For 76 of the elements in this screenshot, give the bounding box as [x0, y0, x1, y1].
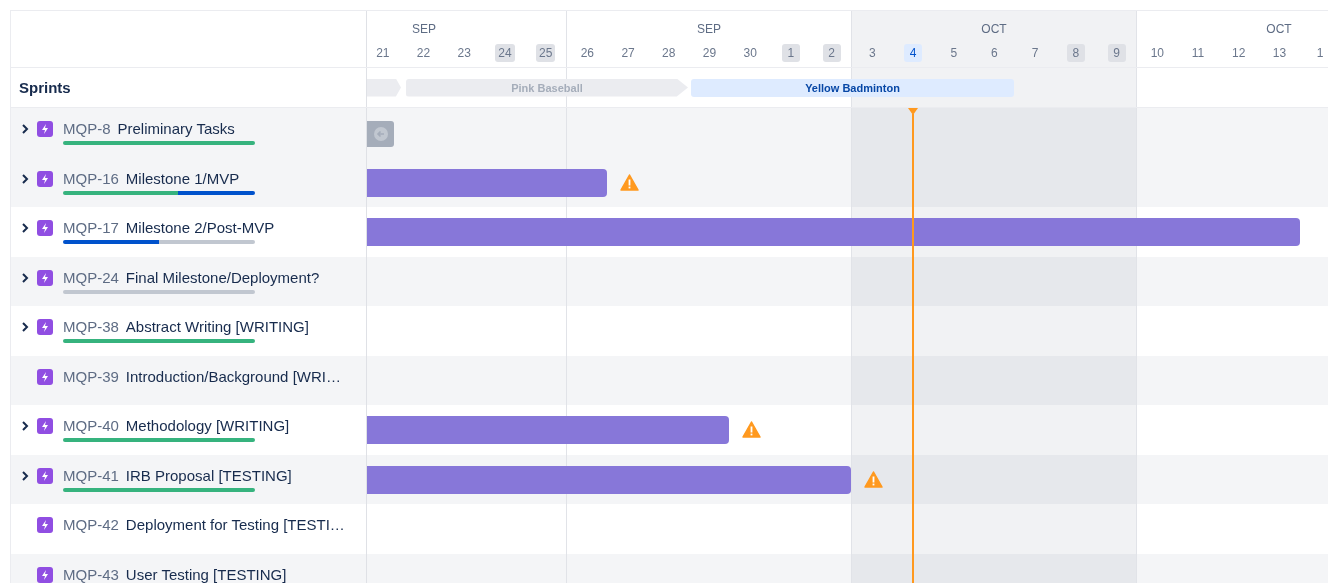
day-label: 30 [742, 45, 758, 62]
day-label: 25 [535, 44, 556, 62]
schedule-bar[interactable] [367, 168, 607, 197]
issue-key[interactable]: MQP-42 [63, 516, 119, 533]
lightning-icon [37, 269, 53, 286]
lightning-icon [37, 121, 53, 137]
issue-row[interactable]: MQP-24 Final Milestone/Deployment? [11, 256, 1328, 306]
day-label: 26 [579, 45, 596, 62]
issue-title[interactable]: Methodology [WRITING] [125, 417, 290, 434]
month-label: OCT [980, 22, 1008, 38]
lightning-icon [37, 517, 53, 533]
day-label: 28 [661, 45, 677, 62]
issue-key[interactable]: MQP-8 [63, 120, 111, 137]
day-label: 5 [949, 45, 959, 62]
issue-row[interactable]: MQP-41 IRB Proposal [TESTING] [11, 454, 1328, 504]
day-label: 21 [375, 45, 391, 62]
day-label: 6 [990, 45, 999, 62]
day-label: 24 [495, 44, 515, 62]
issue-title[interactable]: Introduction/Background [WRI… [125, 367, 341, 385]
lightning-icon [37, 467, 53, 484]
issue-key[interactable]: MQP-16 [63, 169, 119, 187]
day-label: 1 [1315, 45, 1325, 62]
lightning-icon [37, 566, 53, 583]
day-label: 8 [1066, 44, 1085, 62]
day-label: 12 [1231, 45, 1247, 62]
issue-title[interactable]: IRB Proposal [TESTING] [125, 466, 292, 484]
issue-title[interactable]: Preliminary Tasks [117, 120, 235, 137]
issue-row[interactable]: MQP-8 Preliminary Tasks [11, 108, 1328, 158]
issue-key[interactable]: MQP-43 [63, 565, 119, 583]
issue-key[interactable]: MQP-38 [63, 318, 119, 335]
issue-row[interactable]: MQP-43 User Testing [TESTING] [11, 553, 1328, 583]
issue-key[interactable]: MQP-40 [63, 417, 119, 434]
month-label: OCT [1265, 22, 1293, 38]
issue-key[interactable]: MQP-17 [63, 219, 119, 236]
day-label: 2 [822, 44, 841, 62]
lightning-icon [37, 418, 53, 434]
day-label: 11 [1190, 45, 1206, 62]
issue-key[interactable]: MQP-24 [63, 268, 119, 286]
lightning-icon [37, 220, 53, 236]
issue-key[interactable]: MQP-41 [63, 466, 119, 484]
month-label: SEP [696, 22, 722, 38]
month-label: SEP [411, 22, 437, 38]
issue-title[interactable]: Deployment for Testing [TESTI… [125, 516, 345, 533]
day-label: 4 [904, 44, 923, 62]
day-label: 27 [620, 45, 636, 62]
sprints-label: Sprints [18, 79, 71, 96]
issue-title[interactable]: Milestone 1/MVP [125, 169, 240, 187]
issue-key[interactable]: MQP-39 [63, 367, 119, 385]
issue-row[interactable]: MQP-39 Introduction/Background [WRI… [11, 355, 1328, 405]
day-label: 23 [456, 45, 472, 62]
chevron-right-icon[interactable] [21, 173, 29, 184]
day-label: 9 [1107, 44, 1126, 62]
issue-row[interactable]: MQP-16 Milestone 1/MVP [11, 157, 1328, 207]
day-label: 7 [1030, 45, 1040, 62]
chevron-right-icon[interactable] [21, 470, 29, 481]
lightning-icon [37, 368, 53, 385]
day-label: 1 [781, 44, 800, 62]
issue-title[interactable]: User Testing [TESTING] [125, 565, 287, 583]
chevron-right-icon[interactable] [21, 272, 29, 283]
chevron-right-icon[interactable] [21, 322, 29, 332]
issue-title[interactable]: Milestone 2/Post-MVP [125, 219, 275, 236]
chevron-right-icon[interactable] [21, 223, 29, 233]
chevron-right-icon[interactable] [21, 124, 29, 134]
chevron-right-icon[interactable] [21, 421, 29, 431]
day-label: 13 [1271, 45, 1288, 62]
day-label: 10 [1149, 45, 1166, 62]
sprint-bar[interactable]: Yellow Badminton [691, 78, 1014, 97]
day-label: 22 [415, 45, 432, 62]
arrow-left-icon [372, 126, 389, 142]
schedule-bar[interactable] [367, 465, 851, 494]
issue-title[interactable]: Final Milestone/Deployment? [125, 268, 320, 286]
lightning-icon [37, 319, 53, 335]
day-label: 29 [701, 45, 718, 62]
issue-title[interactable]: Abstract Writing [WRITING] [125, 318, 309, 335]
lightning-icon [37, 170, 53, 187]
day-label: 3 [868, 45, 877, 62]
